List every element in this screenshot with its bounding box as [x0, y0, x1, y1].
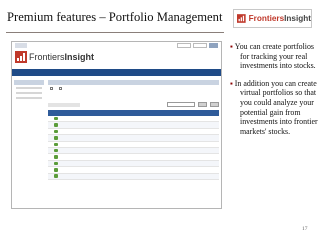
screenshot-nav-item — [60, 71, 66, 75]
screenshot-tab — [15, 43, 27, 48]
screenshot-sidebar — [14, 80, 44, 102]
screenshot-table-body — [48, 116, 219, 180]
portfolio-row-icon — [54, 123, 58, 127]
screenshot-login-field — [193, 43, 207, 48]
screenshot-sidebar-item — [16, 92, 42, 94]
screenshot-toolbar-button — [210, 102, 219, 107]
screenshot-sidebar-item — [16, 87, 42, 89]
screenshot-checkbox — [59, 87, 62, 90]
screenshot-login-button — [209, 43, 218, 48]
screenshot-tab — [31, 43, 37, 48]
screenshot-login-field — [177, 43, 191, 48]
screenshot-select — [167, 102, 195, 107]
screenshot-login-area — [177, 43, 218, 48]
portfolio-row-icon — [54, 142, 58, 146]
frontiersinsight-logo: FrontiersInsight — [233, 9, 312, 28]
screenshot-nav-item — [36, 71, 42, 75]
portfolio-row-icon — [54, 155, 58, 159]
screenshot-nav-item — [26, 71, 30, 75]
screenshot-main — [48, 80, 219, 183]
screenshot-brand-wordmark: FrontiersInsight — [29, 52, 94, 62]
portfolio-row-icon — [54, 129, 58, 134]
portfolio-screenshot: FrontiersInsight — [11, 41, 222, 209]
screenshot-sidebar-header — [14, 80, 44, 85]
screenshot-brand-word-insight: Insight — [64, 52, 95, 62]
bullet-marker: ▪ — [230, 42, 233, 51]
screenshot-nav-item — [16, 71, 20, 75]
screenshot-links — [50, 94, 219, 98]
portfolio-row-icon — [54, 161, 58, 166]
portfolio-row-icon — [54, 174, 58, 178]
screenshot-checkbox — [50, 87, 53, 90]
screenshot-brand: FrontiersInsight — [15, 51, 94, 63]
portfolio-row-icon — [54, 136, 58, 140]
screenshot-tab — [40, 43, 47, 48]
bullet-marker: ▪ — [230, 78, 233, 88]
slide-title: Premium features – Portfolio Management — [7, 10, 223, 24]
screenshot-nav-item — [72, 71, 77, 75]
page-number: 17 — [302, 226, 308, 232]
logo-wordmark: FrontiersInsight — [249, 14, 311, 23]
logo-word-insight: Insight — [284, 14, 311, 23]
bullet-text: You can create portfolios for tracking y… — [234, 42, 316, 71]
bullet-text: In addition you can create virtual portf… — [234, 78, 318, 136]
bullet-item: ▪ You can create portfolios for tracking… — [230, 42, 318, 71]
bullet-item: ▪ In addition you can create virtual por… — [230, 79, 318, 137]
screenshot-toolbar — [48, 102, 219, 107]
title-rule — [6, 32, 224, 33]
table-row — [48, 173, 219, 180]
screenshot-nav-bar — [12, 69, 221, 76]
portfolio-row-icon — [54, 116, 58, 121]
screenshot-panel-header — [48, 80, 219, 85]
screenshot-nav-item — [83, 71, 88, 75]
screenshot-sidebar-item — [16, 97, 42, 99]
bullet-list: ▪ You can create portfolios for tracking… — [230, 42, 318, 144]
screenshot-brand-word-frontiers: Frontiers — [29, 52, 65, 62]
logo-word-frontiers: Frontiers — [248, 14, 285, 23]
screenshot-brand-icon — [15, 51, 27, 63]
screenshot-toolbar-button — [198, 102, 207, 107]
portfolio-row-icon — [54, 168, 58, 172]
portfolio-row-icon — [54, 148, 58, 153]
frontiersinsight-logo-icon — [237, 14, 246, 23]
screenshot-toolbar-label — [48, 102, 80, 107]
screenshot-checkbox-row — [50, 87, 219, 90]
screenshot-nav-item — [48, 71, 54, 75]
